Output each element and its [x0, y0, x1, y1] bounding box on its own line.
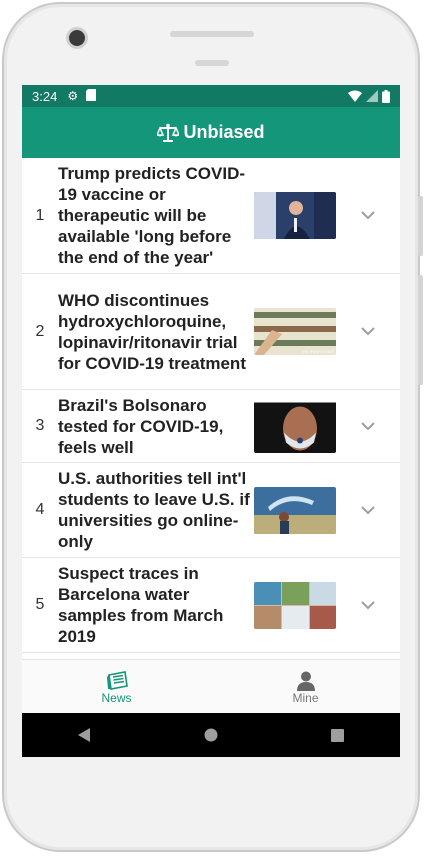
news-number: 4: [35, 501, 45, 518]
news-thumbnail: [254, 581, 336, 629]
news-number: 2: [35, 322, 45, 340]
status-icons: [348, 89, 390, 103]
newspaper-icon: [106, 670, 128, 690]
expand-chevron-down-icon[interactable]: [336, 505, 400, 515]
news-item-4[interactable]: 4 U.S. authorities tell int'l students t…: [22, 463, 400, 558]
news-headline: U.S. authorities tell int'l students to …: [58, 469, 250, 551]
nav-mine-label: Mine: [292, 690, 319, 705]
app-bar: Unbiased: [22, 107, 400, 158]
thumbnail-caption: THE IRISH TIMES: [301, 349, 334, 354]
power-button: [418, 196, 423, 256]
recents-square-icon[interactable]: [330, 728, 344, 742]
news-headline: Trump predicts COVID-19 vaccine or thera…: [58, 164, 246, 267]
news-thumbnail: [254, 402, 336, 453]
expand-chevron-down-icon[interactable]: [336, 600, 400, 610]
scale-icon: [157, 123, 180, 143]
screen: 3:24 ⚙ Unbiased 1 Trump predicts COVID-1…: [22, 85, 400, 757]
person-icon: [296, 671, 315, 691]
volume-button: [418, 275, 423, 385]
wifi-icon: [348, 90, 362, 102]
news-headline: WHO discontinues hydroxychloroquine, lop…: [58, 290, 246, 373]
news-item-3[interactable]: 3 Brazil's Bolsonaro tested for COVID-19…: [22, 390, 400, 463]
news-thumbnail: [254, 486, 336, 534]
nav-news-label: News: [101, 690, 132, 705]
nav-mine[interactable]: Mine: [211, 660, 400, 715]
news-item-1[interactable]: 1 Trump predicts COVID-19 vaccine or the…: [22, 158, 400, 274]
home-circle-icon[interactable]: [204, 728, 218, 742]
expand-chevron-down-icon[interactable]: [336, 211, 400, 220]
news-headline: Suspect traces in Barcelona water sample…: [58, 564, 224, 646]
front-camera: [66, 27, 88, 49]
back-triangle-icon[interactable]: [78, 728, 92, 742]
battery-icon: [382, 89, 390, 103]
status-time: 3:24: [32, 88, 58, 104]
signal-icon: [366, 90, 378, 102]
nav-news[interactable]: News: [22, 660, 211, 715]
news-number: 5: [35, 596, 45, 613]
news-headline: Brazil's Bolsonaro tested for COVID-19, …: [58, 395, 224, 457]
proximity-sensor: [195, 60, 229, 66]
sd-card-icon: [86, 88, 97, 104]
news-number: 1: [35, 206, 45, 224]
settings-gear-icon: ⚙: [67, 89, 79, 103]
bottom-navigation: News Mine: [22, 659, 400, 715]
earpiece-speaker: [170, 31, 254, 37]
expand-chevron-down-icon[interactable]: [336, 327, 400, 336]
news-list: 1 Trump predicts COVID-19 vaccine or the…: [22, 158, 400, 661]
news-number: 3: [35, 417, 45, 434]
app-title: Unbiased: [183, 122, 265, 142]
news-item-2[interactable]: 2 WHO discontinues hydroxychloroquine, l…: [22, 274, 400, 390]
news-thumbnail: [254, 192, 336, 239]
expand-chevron-down-icon[interactable]: [336, 421, 400, 431]
system-navigation-bar: [22, 713, 400, 757]
status-bar: 3:24 ⚙: [22, 85, 400, 107]
news-thumbnail: THE IRISH TIMES: [254, 308, 336, 355]
news-item-5[interactable]: 5 Suspect traces in Barcelona water samp…: [22, 558, 400, 653]
